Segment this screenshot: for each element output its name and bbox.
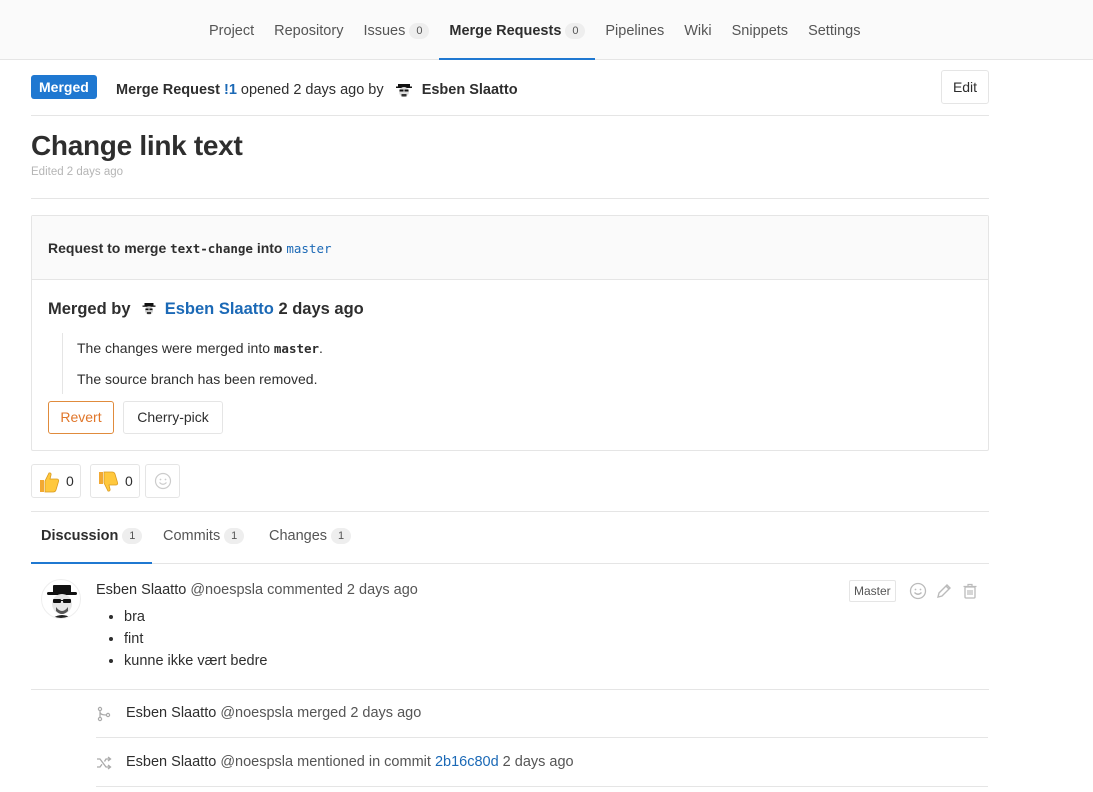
- system-note-merged: Esben Slaatto @noespsla merged 2 days ag…: [96, 690, 988, 738]
- tab-discussion[interactable]: Discussion 1: [31, 512, 153, 564]
- nav-label: Issues: [363, 23, 406, 39]
- nav-item-settings[interactable]: Settings: [798, 0, 870, 59]
- nav-item-pipelines[interactable]: Pipelines: [595, 0, 674, 59]
- project-nav: Project Repository Issues 0 Merge Request…: [0, 0, 1093, 60]
- nav-item-issues[interactable]: Issues 0: [353, 0, 439, 59]
- nav-label: Repository: [274, 23, 344, 39]
- system-note-author[interactable]: Esben Slaatto: [126, 754, 216, 770]
- merged-by-user-link[interactable]: Esben Slaatto: [165, 300, 274, 318]
- edited-timestamp: Edited 2 days ago: [31, 166, 124, 178]
- system-note-author[interactable]: Esben Slaatto: [126, 705, 216, 721]
- note-action: commented 2 days ago: [267, 582, 418, 598]
- merge-notes: The changes were merged into master. The…: [62, 333, 323, 394]
- commits-count-badge: 1: [224, 528, 245, 544]
- merge-note-merged: The changes were merged into master.: [77, 333, 323, 364]
- changes-count-badge: 1: [331, 528, 352, 544]
- mr-author-name[interactable]: Esben Slaatto: [422, 82, 518, 98]
- thumbsup-icon: [40, 472, 60, 493]
- merge-request-tabs: Discussion 1 Commits 1 Changes 1: [31, 512, 989, 564]
- edit-pencil-icon[interactable]: [935, 582, 953, 600]
- revert-button[interactable]: Revert: [48, 401, 114, 434]
- merge-request-header: Merged Merge Request !1 opened 2 days ag…: [31, 70, 989, 116]
- mr-iid-link[interactable]: !1: [224, 82, 237, 98]
- system-note-mentioned: Esben Slaatto @noespsla mentioned in com…: [96, 739, 988, 787]
- nav-item-snippets[interactable]: Snippets: [722, 0, 798, 59]
- commit-link[interactable]: 2b16c80d: [435, 754, 499, 770]
- award-thumbsdown-button[interactable]: 0: [90, 464, 140, 498]
- cherry-pick-button[interactable]: Cherry-pick: [123, 401, 223, 434]
- nav-item-project[interactable]: Project: [199, 0, 264, 59]
- delete-trash-icon[interactable]: [961, 582, 979, 600]
- title-divider: [31, 198, 989, 199]
- note-author-avatar[interactable]: [41, 579, 81, 619]
- list-item: bra: [124, 606, 267, 628]
- request-prefix: Request to merge: [48, 240, 167, 256]
- system-note-time: 2 days ago: [502, 754, 574, 770]
- page-title: Change link text: [31, 130, 243, 161]
- note-list: bra fint kunne ikke vært bedre: [124, 606, 267, 672]
- merge-request-meta: Merge Request !1 opened 2 days ago by Es…: [116, 79, 518, 99]
- mr-prefix: Merge Request: [116, 82, 220, 98]
- author-avatar-icon[interactable]: [393, 79, 414, 99]
- issues-count-badge: 0: [409, 23, 430, 39]
- nav-item-merge-requests[interactable]: Merge Requests 0: [439, 0, 596, 60]
- nav-item-wiki[interactable]: Wiki: [674, 0, 721, 59]
- merged-by-line: Merged by Esben Slaatto 2 days ago: [48, 300, 364, 319]
- nav-label: Merge Requests: [449, 23, 562, 39]
- merged-when: 2 days ago: [278, 300, 364, 318]
- merger-avatar-icon[interactable]: [141, 300, 157, 316]
- note-body: bra fint kunne ikke vært bedre: [124, 606, 267, 672]
- thumbsdown-icon: [99, 471, 119, 492]
- status-badge: Merged: [31, 75, 97, 99]
- merge-widget: Request to merge text-change into master…: [31, 215, 989, 451]
- merged-by-label: Merged by: [48, 300, 131, 318]
- note-author-handle[interactable]: @noespsla: [190, 582, 263, 598]
- system-note-action: mentioned in commit: [297, 754, 431, 770]
- mr-opened-text: opened 2 days ago by: [240, 82, 384, 98]
- system-note-action: merged 2 days ago: [297, 705, 422, 721]
- tab-changes[interactable]: Changes 1: [269, 512, 352, 563]
- tab-label: Changes: [269, 528, 328, 544]
- nav-label: Settings: [808, 23, 861, 39]
- smiley-icon: [154, 472, 172, 490]
- award-thumbsup-button[interactable]: 0: [31, 464, 81, 498]
- into-text: into: [256, 240, 283, 256]
- tab-label: Discussion: [41, 528, 119, 544]
- system-note-handle[interactable]: @noespsla: [220, 754, 293, 770]
- note-author-name[interactable]: Esben Slaatto: [96, 582, 186, 598]
- note-header: Esben Slaatto @noespsla commented 2 days…: [96, 582, 418, 598]
- target-branch-link[interactable]: master: [286, 241, 331, 256]
- list-item: kunne ikke vært bedre: [124, 650, 267, 672]
- system-note-text: Esben Slaatto @noespsla mentioned in com…: [126, 754, 574, 770]
- heisenberg-avatar-icon: [47, 585, 77, 618]
- merge-requests-count-badge: 0: [565, 23, 586, 39]
- discussion-count-badge: 1: [122, 528, 143, 544]
- merge-note-removed: The source branch has been removed.: [77, 371, 318, 387]
- nav-label: Snippets: [731, 23, 789, 39]
- role-badge: Master: [849, 580, 896, 602]
- nav-label: Project: [209, 23, 255, 39]
- tab-commits[interactable]: Commits 1: [163, 512, 245, 563]
- add-reaction-icon[interactable]: [909, 582, 927, 600]
- merge-note-branch: master: [273, 341, 320, 356]
- tab-label: Commits: [163, 528, 221, 544]
- source-branch: text-change: [170, 241, 253, 256]
- shuffle-icon: [97, 756, 112, 770]
- edit-button[interactable]: Edit: [941, 70, 989, 104]
- system-note-text: Esben Slaatto @noespsla merged 2 days ag…: [126, 705, 421, 721]
- list-item: fint: [124, 628, 267, 650]
- merge-note-prefix: The changes were merged into: [77, 340, 270, 356]
- merge-note-suffix: .: [319, 340, 323, 356]
- nav-item-repository[interactable]: Repository: [264, 0, 353, 59]
- thumbsup-count: 0: [66, 473, 74, 489]
- thumbsdown-count: 0: [125, 473, 133, 489]
- add-reaction-button[interactable]: [145, 464, 180, 498]
- merge-widget-header: Request to merge text-change into master: [32, 216, 988, 280]
- nav-label: Pipelines: [605, 23, 665, 39]
- merge-icon: [97, 706, 111, 722]
- nav-links: Project Repository Issues 0 Merge Request…: [199, 0, 870, 60]
- nav-label: Wiki: [684, 23, 712, 39]
- system-note-handle[interactable]: @noespsla: [220, 705, 293, 721]
